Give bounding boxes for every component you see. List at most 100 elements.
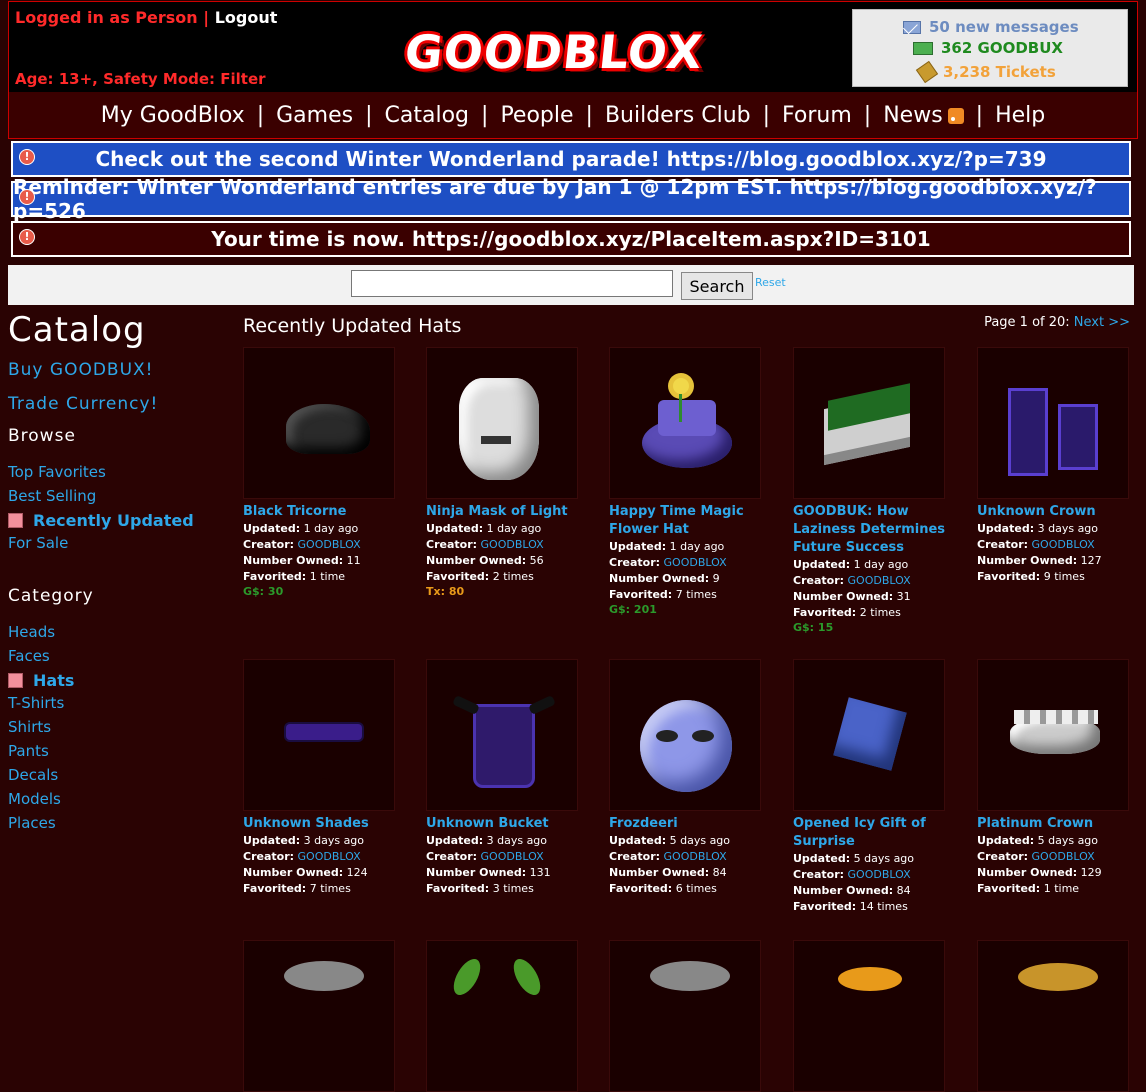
next-page-link[interactable]: Next >>	[1074, 315, 1130, 330]
tickets-count: 3,238 Tickets	[943, 63, 1056, 81]
catalog-item[interactable]: Unknown Bucket Updated: 3 days ago Creat…	[426, 659, 586, 897]
buy-goodbux-link[interactable]: Buy GOODBUX!	[8, 360, 228, 380]
catalog-item[interactable]: Opened Icy Gift of Surprise Updated: 5 d…	[793, 659, 953, 915]
catalog-item[interactable]: Black Tricorne Updated: 1 day ago Creato…	[243, 347, 403, 598]
item-name[interactable]: Unknown Bucket	[426, 815, 586, 833]
creator-link[interactable]: GOODBLOX	[1032, 850, 1095, 863]
favorited-value: 3 times	[492, 882, 534, 895]
catalog-item[interactable]: Happy Time Magic Flower Hat Updated: 1 d…	[609, 347, 769, 616]
nav-builders-club[interactable]: Builders Club	[605, 103, 751, 128]
nav-forum[interactable]: Forum	[782, 103, 852, 128]
creator-link[interactable]: GOODBLOX	[1032, 538, 1095, 551]
item-price: Tx: 80	[426, 585, 465, 598]
item-name[interactable]: Opened Icy Gift of Surprise	[793, 815, 953, 851]
catalog-item[interactable]: Ninja Mask of Light Updated: 1 day ago C…	[426, 347, 586, 598]
owned-label: Number Owned:	[243, 554, 344, 567]
catalog-item[interactable]: GOODBUK: How Laziness Determines Future …	[793, 347, 953, 634]
item-name[interactable]: Ninja Mask of Light	[426, 503, 586, 521]
item-thumbnail[interactable]	[609, 940, 761, 1092]
creator-link[interactable]: GOODBLOX	[298, 538, 361, 551]
search-button[interactable]: Search	[681, 272, 753, 300]
item-name[interactable]: Unknown Crown	[977, 503, 1137, 521]
catalog-item[interactable]	[609, 940, 769, 1092]
creator-label: Creator:	[426, 850, 478, 863]
item-name[interactable]: Platinum Crown	[977, 815, 1137, 833]
category-heads[interactable]: Heads	[8, 623, 228, 641]
nav-games[interactable]: Games	[276, 103, 353, 128]
reset-link[interactable]: Reset	[755, 276, 786, 289]
trade-currency-link[interactable]: Trade Currency!	[8, 394, 228, 414]
category-tshirts[interactable]: T-Shirts	[8, 694, 228, 712]
item-name[interactable]: Frozdeeri	[609, 815, 769, 833]
search-input[interactable]	[351, 270, 673, 297]
catalog-item[interactable]	[426, 940, 586, 1092]
category-faces[interactable]: Faces	[8, 647, 228, 665]
item-thumbnail[interactable]	[793, 659, 945, 811]
site-logo[interactable]: GOODBLOX	[394, 22, 714, 82]
item-name[interactable]: GOODBUK: How Laziness Determines Future …	[793, 503, 953, 557]
nav-help[interactable]: Help	[995, 103, 1045, 128]
browse-best-selling[interactable]: Best Selling	[8, 487, 228, 505]
catalog-item[interactable]: Unknown Shades Updated: 3 days ago Creat…	[243, 659, 403, 897]
creator-link[interactable]: GOODBLOX	[664, 556, 727, 569]
goodbux-link[interactable]: 362 GOODBUX	[913, 39, 1063, 57]
category-places[interactable]: Places	[8, 814, 228, 832]
item-thumbnail[interactable]	[609, 347, 761, 499]
category-decals[interactable]: Decals	[8, 766, 228, 784]
item-thumbnail[interactable]	[243, 347, 395, 499]
category-models[interactable]: Models	[8, 790, 228, 808]
messages-link[interactable]: 50 new messages	[903, 18, 1079, 36]
creator-label: Creator:	[609, 850, 661, 863]
category-heading: Category	[8, 586, 94, 606]
creator-link[interactable]: GOODBLOX	[298, 850, 361, 863]
item-thumbnail[interactable]	[426, 659, 578, 811]
creator-link[interactable]: GOODBLOX	[481, 850, 544, 863]
catalog-item[interactable]: Platinum Crown Updated: 5 days ago Creat…	[977, 659, 1137, 897]
owned-label: Number Owned:	[609, 572, 710, 585]
item-thumbnail[interactable]	[793, 347, 945, 499]
catalog-item[interactable]: Unknown Crown Updated: 3 days ago Creato…	[977, 347, 1137, 585]
messages-count: 50 new messages	[929, 18, 1079, 36]
item-name[interactable]: Happy Time Magic Flower Hat	[609, 503, 769, 539]
alert-text[interactable]: Check out the second Winter Wonderland p…	[95, 147, 1046, 171]
item-thumbnail[interactable]	[426, 940, 578, 1092]
catalog-item[interactable]: Frozdeeri Updated: 5 days ago Creator: G…	[609, 659, 769, 897]
creator-link[interactable]: GOODBLOX	[664, 850, 727, 863]
browse-recently-updated[interactable]: Recently Updated	[8, 511, 228, 530]
catalog-item[interactable]	[793, 940, 953, 1092]
catalog-item[interactable]	[977, 940, 1137, 1092]
item-thumbnail[interactable]	[977, 940, 1129, 1092]
browse-for-sale[interactable]: For Sale	[8, 534, 228, 552]
logout-link[interactable]: Logout	[215, 8, 278, 27]
item-thumbnail[interactable]	[609, 659, 761, 811]
nav-my-goodblox[interactable]: My GoodBlox	[101, 103, 245, 128]
nav-news[interactable]: News	[883, 103, 964, 128]
item-thumbnail[interactable]	[243, 659, 395, 811]
catalog-item[interactable]	[243, 940, 403, 1092]
creator-link[interactable]: GOODBLOX	[848, 868, 911, 881]
creator-link[interactable]: GOODBLOX	[481, 538, 544, 551]
item-thumbnail[interactable]	[426, 347, 578, 499]
nav-catalog[interactable]: Catalog	[385, 103, 470, 128]
item-name[interactable]: Black Tricorne	[243, 503, 403, 521]
alert-text[interactable]: Your time is now. https://goodblox.xyz/P…	[211, 227, 930, 251]
item-name[interactable]: Unknown Shades	[243, 815, 403, 833]
item-thumbnail[interactable]	[793, 940, 945, 1092]
updated-label: Updated:	[977, 522, 1035, 535]
category-pants[interactable]: Pants	[8, 742, 228, 760]
nav-people[interactable]: People	[500, 103, 573, 128]
browse-top-favorites[interactable]: Top Favorites	[8, 463, 228, 481]
nav-separator: |	[365, 102, 373, 128]
alert-text[interactable]: Reminder: Winter Wonderland entries are …	[13, 175, 1129, 223]
updated-label: Updated:	[793, 852, 851, 865]
category-shirts[interactable]: Shirts	[8, 718, 228, 736]
favorited-label: Favorited:	[793, 900, 857, 913]
tickets-link[interactable]: 3,238 Tickets	[915, 60, 1056, 84]
item-thumbnail[interactable]	[977, 659, 1129, 811]
item-thumbnail[interactable]	[977, 347, 1129, 499]
favorited-value: 9 times	[1043, 570, 1085, 583]
item-thumbnail[interactable]	[243, 940, 395, 1092]
creator-link[interactable]: GOODBLOX	[848, 574, 911, 587]
category-hats[interactable]: Hats	[8, 671, 228, 690]
rss-icon	[947, 107, 964, 124]
